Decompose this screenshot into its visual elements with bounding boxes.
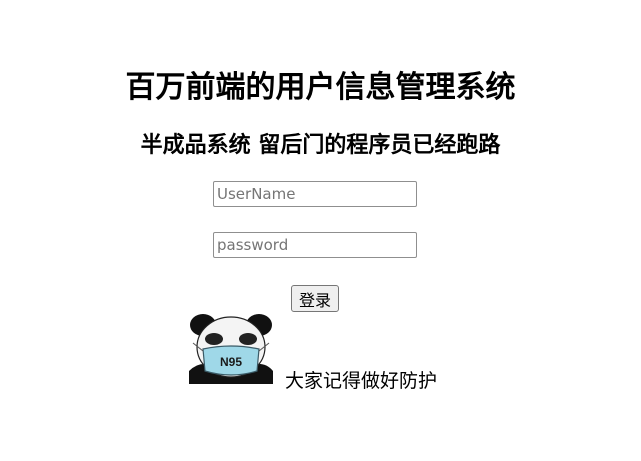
login-button[interactable]: 登录 xyxy=(291,285,339,312)
panda-eye-left xyxy=(205,333,223,345)
panda-mask-meme-image: N95 xyxy=(189,314,273,384)
password-input[interactable] xyxy=(213,232,417,258)
panda-eye-right xyxy=(239,333,257,345)
page-subtitle: 半成品系统 留后门的程序员已经跑路 xyxy=(140,133,501,158)
page-title: 百万前端的用户信息管理系统 xyxy=(125,70,516,105)
username-input[interactable] xyxy=(213,181,417,207)
caption-text: 大家记得做好防护 xyxy=(285,370,438,392)
mask-label: N95 xyxy=(220,355,242,369)
